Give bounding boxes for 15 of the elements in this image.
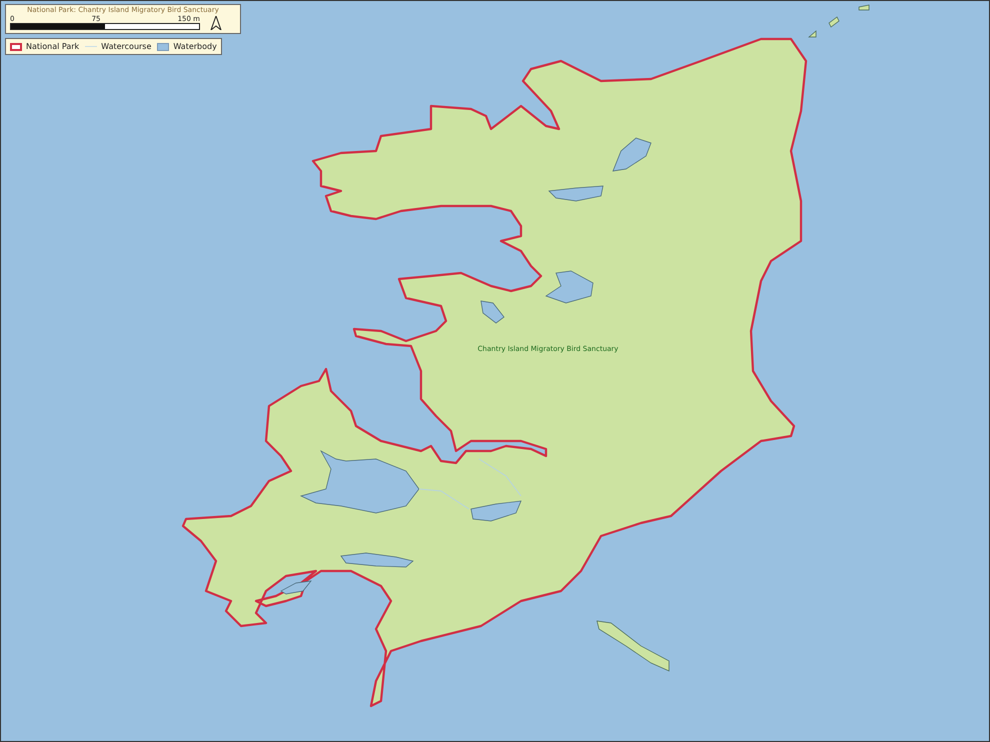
- waterbody: [548, 186, 604, 202]
- legend-label: Waterbody: [173, 42, 217, 51]
- waterbody: [280, 580, 312, 594]
- legend-label: National Park: [26, 42, 80, 51]
- legend-label: Watercourse: [101, 42, 152, 51]
- north-arrow-icon: [210, 16, 222, 30]
- waterbody: [612, 138, 652, 172]
- islet: [858, 4, 870, 10]
- islet: [808, 30, 816, 38]
- legend-swatch: [10, 42, 22, 50]
- waterbody: [480, 300, 504, 324]
- waterbody: [470, 500, 522, 522]
- legend-swatch: [157, 42, 170, 50]
- waterbody: [545, 270, 594, 304]
- islet: [828, 16, 840, 28]
